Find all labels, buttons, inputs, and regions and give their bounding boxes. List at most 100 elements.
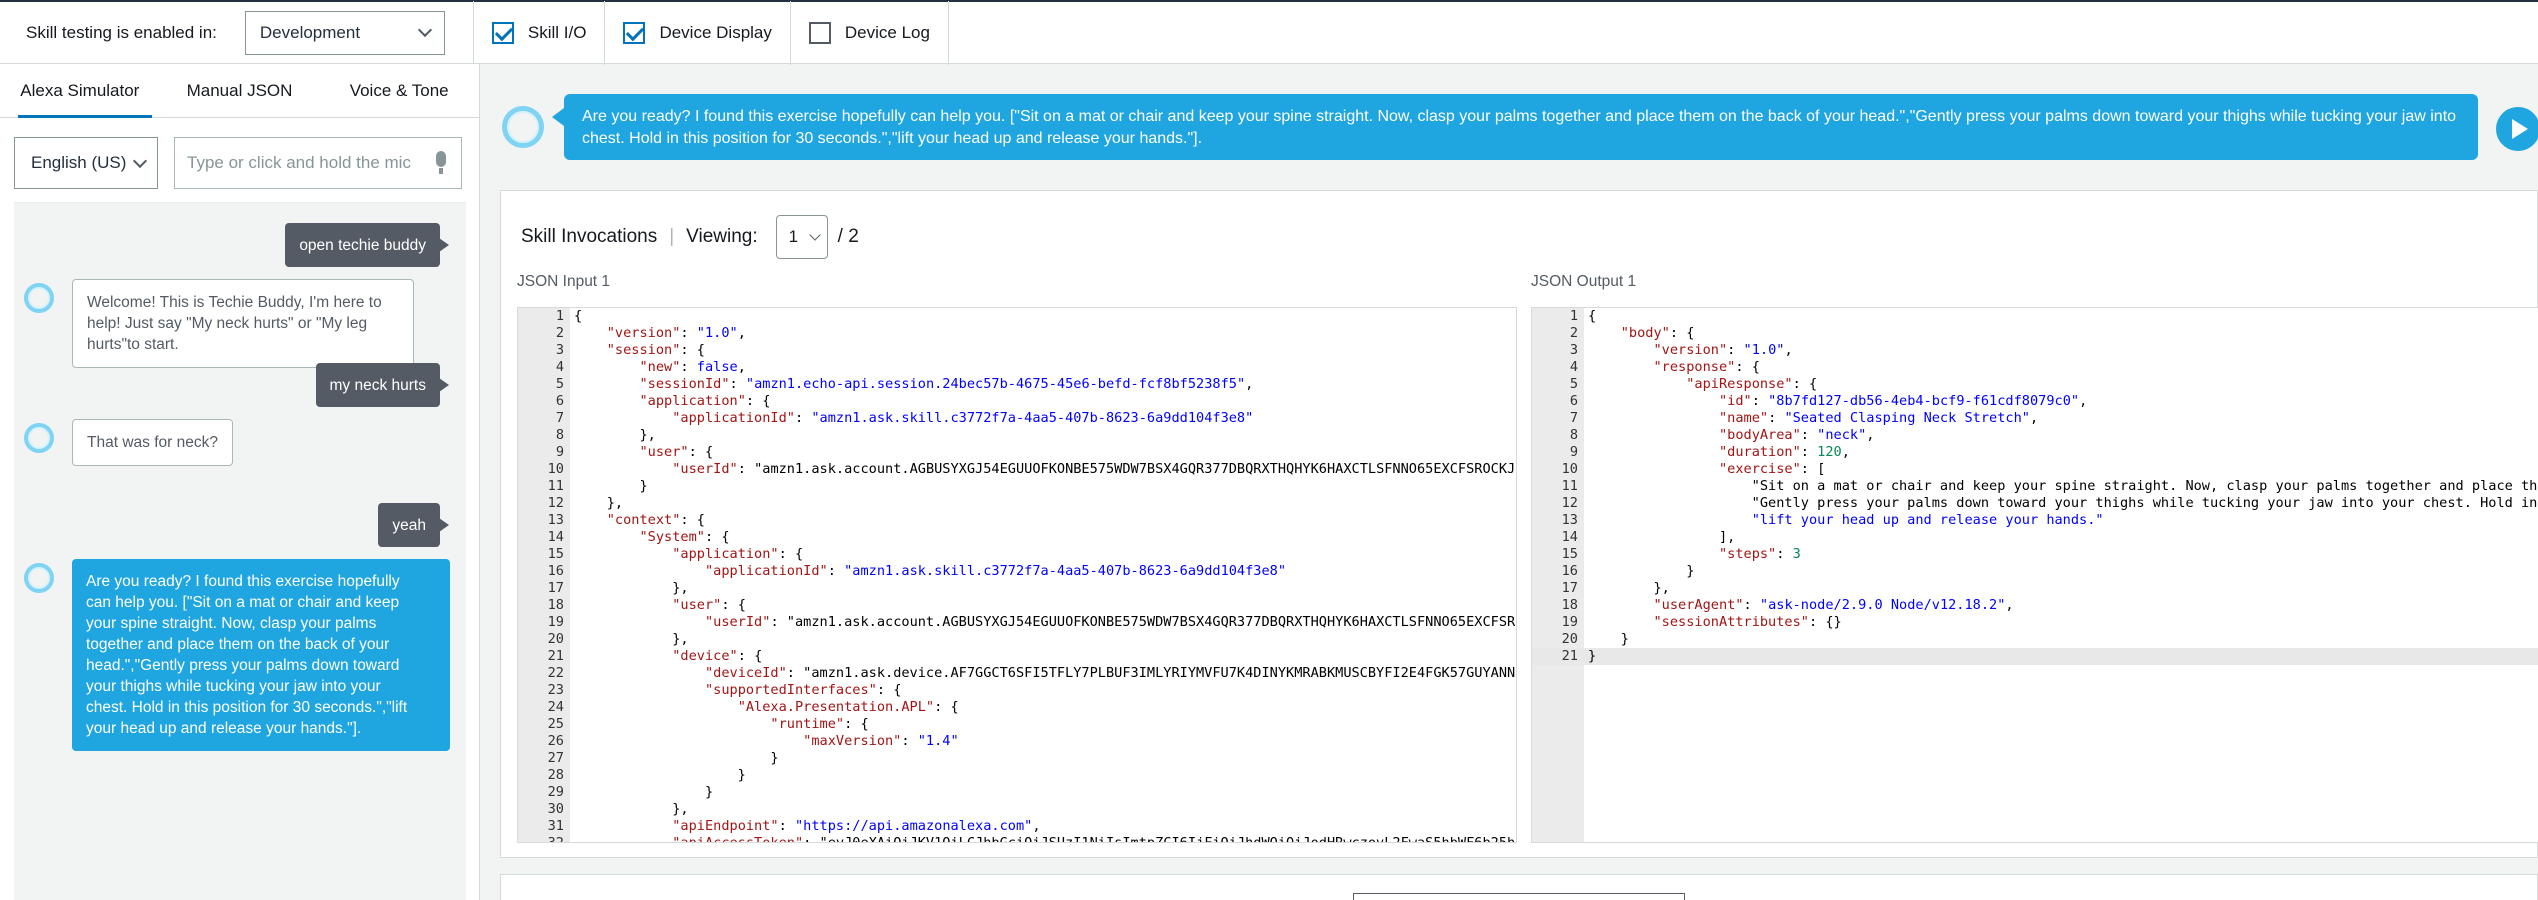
line-text: "applicationId": "amzn1.ask.skill.c3772f… [704, 563, 1287, 579]
line-text: "session": { [606, 342, 705, 358]
checkbox-unchecked-icon[interactable] [808, 21, 831, 44]
code-line: 13 "context": { [518, 512, 1516, 529]
page-value: 1 [788, 227, 799, 246]
language-value: English (US) [31, 153, 127, 172]
line-number: 5 [555, 376, 564, 392]
line-text: "version": "1.0", [606, 325, 746, 341]
line-number: 16 [1561, 563, 1578, 579]
page-total: / 2 [837, 226, 859, 247]
code-line: 26 "maxVersion": "1.4" [518, 733, 1516, 750]
line-text: } [574, 784, 714, 800]
tab-manual-json[interactable]: Manual JSON [160, 64, 320, 117]
code-line: 10 "userId": "amzn1.ask.account.AGBUSYXG… [518, 461, 1516, 478]
alexa-response-latest: Are you ready? I found this exercise hop… [72, 559, 450, 751]
line-number: 7 [555, 410, 564, 426]
code-line: 15 "application": { [518, 546, 1516, 563]
line-number: 13 [547, 512, 564, 528]
line-text: "response": { [1653, 359, 1760, 375]
line-number: 14 [547, 529, 564, 545]
checkbox-checked-icon[interactable] [491, 21, 514, 44]
line-number: 20 [547, 631, 564, 647]
play-icon[interactable] [2496, 107, 2538, 151]
code-line: 13 "lift your head up and release your h… [1532, 512, 2538, 529]
code-line: 4 "new": false, [518, 359, 1516, 376]
simulator-panel: Alexa Simulator Manual JSON Voice & Tone… [0, 64, 480, 900]
line-text: }, [574, 801, 689, 817]
utterance-text: yeah [392, 516, 426, 534]
response-line: can help you. ["Sit on a mat or chair an… [86, 594, 400, 611]
line-text: "bodyArea": "neck", [1718, 427, 1875, 443]
code-line: 28 } [518, 767, 1516, 784]
tab-alexa-simulator[interactable]: Alexa Simulator [0, 64, 160, 118]
line-text: "runtime": { [770, 716, 869, 732]
code-line: 8 }, [518, 427, 1516, 444]
alexa-ring-icon [24, 563, 54, 593]
code-line: 8 "bodyArea": "neck", [1532, 427, 2538, 444]
line-number: 12 [1561, 495, 1578, 511]
line-number: 27 [547, 750, 564, 766]
invocation-page-select[interactable]: 1 [775, 215, 828, 259]
language-select[interactable]: English (US) [14, 137, 158, 189]
microphone-icon[interactable] [433, 151, 449, 175]
code-line: 14 "System": { [518, 529, 1516, 546]
device-log-card [500, 874, 2538, 900]
line-number: 5 [1569, 376, 1578, 392]
device-display-label: Device Display [659, 22, 772, 42]
code-line: 19 "userId": "amzn1.ask.account.AGBUSYXG… [518, 614, 1516, 631]
display-response: Are you ready? I found this exercise hop… [552, 94, 2478, 160]
line-number: 16 [547, 563, 564, 579]
line-number: 24 [547, 699, 564, 715]
code-line: 23 "supportedInterfaces": { [518, 682, 1516, 699]
line-text: "duration": 120, [1718, 444, 1850, 460]
code-line: 2 "version": "1.0", [518, 325, 1516, 342]
device-log-checkbox[interactable]: Device Log [791, 1, 948, 65]
response-line: hurts"to start. [87, 336, 179, 353]
device-display-checkbox[interactable]: Device Display [605, 1, 789, 65]
line-text: "supportedInterfaces": { [704, 682, 902, 698]
chevron-down-icon [808, 228, 821, 241]
line-text: "lift your head up and release your hand… [1751, 512, 2104, 528]
line-text: } [1588, 631, 1629, 647]
code-line: 12 "Gently press your palms down toward … [1532, 495, 2538, 512]
line-text: }, [574, 580, 689, 596]
line-text: }, [574, 631, 689, 647]
invocations-header: Skill Invocations | Viewing: 1 / 2 [521, 215, 859, 259]
code-line: 6 "application": { [518, 393, 1516, 410]
code-line: 2 "body": { [1532, 325, 2538, 342]
line-text: ], [1588, 529, 1736, 545]
response-line: help! Just say "My neck hurts" or "My le… [87, 315, 368, 332]
code-line: 12 }, [518, 495, 1516, 512]
code-line: 17 }, [1532, 580, 2538, 597]
code-line: 11 "Sit on a mat or chair and keep your … [1532, 478, 2538, 495]
response-line: your thighs while tucking your jaw into … [86, 678, 381, 695]
display-line: chest. Hold in this position for 30 seco… [582, 130, 1203, 147]
json-input-editor[interactable]: 1{2 "version": "1.0", 3 "session": {4 "ne… [517, 307, 1517, 843]
line-text: "Sit on a mat or chair and keep your spi… [1751, 478, 2538, 494]
environment-select[interactable]: Development [244, 10, 445, 55]
json-input-label: JSON Input 1 [517, 273, 611, 290]
checkbox-checked-icon[interactable] [623, 21, 646, 44]
json-output-editor[interactable]: 1{2 "body": {3 "version": "1.0", 4 "respo… [1531, 307, 2538, 843]
line-number: 26 [547, 733, 564, 749]
line-number: 19 [547, 614, 564, 630]
response-line: head.","Gently press your palms down tow… [86, 657, 400, 674]
line-number: 11 [1561, 478, 1578, 494]
alexa-response: That was for neck? [72, 419, 233, 466]
skill-io-checkbox[interactable]: Skill I/O [474, 1, 605, 65]
viewing-label: Viewing: [686, 226, 758, 247]
skill-io-label: Skill I/O [527, 22, 587, 42]
line-text: "device": { [672, 648, 763, 664]
code-line: 16 "applicationId": "amzn1.ask.skill.c37… [518, 563, 1516, 580]
utterance-input[interactable]: Type or click and hold the mic [174, 137, 462, 189]
line-text: } [1588, 648, 1597, 664]
environment-value: Development [259, 22, 361, 42]
device-display: Are you ready? I found this exercise hop… [500, 84, 2538, 174]
line-text: "System": { [639, 529, 730, 545]
line-text: "steps": 3 [1718, 546, 1801, 562]
line-number: 7 [1569, 410, 1578, 426]
line-number: 15 [1561, 546, 1578, 562]
code-line: 15 "steps": 3 [1532, 546, 2538, 563]
code-line: 9 "user": { [518, 444, 1516, 461]
tab-voice-tone[interactable]: Voice & Tone [319, 64, 479, 117]
line-text: }, [574, 427, 656, 443]
